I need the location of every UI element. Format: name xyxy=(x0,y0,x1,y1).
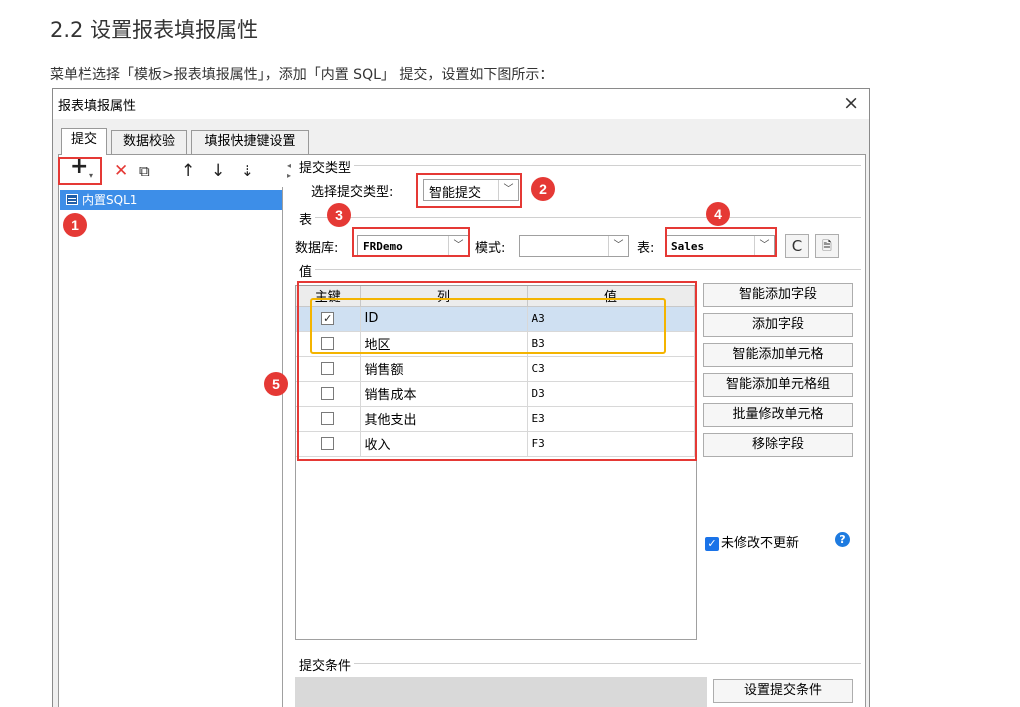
set-submit-condition-button[interactable]: 设置提交条件 xyxy=(713,679,853,703)
table-label: 表: xyxy=(637,241,655,256)
close-icon[interactable]: × xyxy=(843,92,859,114)
list-item-label: 内置SQL1 xyxy=(82,193,138,207)
database-label: 数据库: xyxy=(295,241,339,256)
submit-condition-group-label: 提交条件 xyxy=(299,655,355,674)
add-field-button[interactable]: 添加字段 xyxy=(703,313,853,337)
batch-modify-cell-button[interactable]: 批量修改单元格 xyxy=(703,403,853,427)
unmodified-not-update-label: 未修改不更新 xyxy=(721,536,800,551)
unmodified-not-update-checkbox[interactable]: ✓ 未修改不更新 xyxy=(705,532,799,551)
highlight-database xyxy=(352,227,470,257)
table-group-label: 表 xyxy=(299,209,316,228)
tab-shortcut-settings[interactable]: 填报快捷键设置 xyxy=(191,130,309,154)
help-icon[interactable]: ? xyxy=(835,532,850,547)
delete-icon[interactable]: ✕ xyxy=(114,162,128,180)
splitter-handle[interactable]: ◂ ▸ xyxy=(287,161,291,181)
annotation-badge-1: 1 xyxy=(63,213,87,237)
copy-icon[interactable]: ⧉ xyxy=(139,162,150,180)
highlight-add-button xyxy=(58,157,102,185)
schema-label: 模式: xyxy=(475,241,506,256)
value-group-label: 值 xyxy=(299,261,316,280)
submit-list: 内置SQL1 xyxy=(59,187,283,707)
submit-condition-area xyxy=(295,677,707,707)
smart-add-field-button[interactable]: 智能添加字段 xyxy=(703,283,853,307)
refresh-icon[interactable]: C xyxy=(785,234,809,258)
tab-data-validation[interactable]: 数据校验 xyxy=(111,130,187,154)
schema-select[interactable]: ﹀ xyxy=(519,235,629,257)
annotation-badge-5: 5 xyxy=(264,372,288,396)
dialog-titlebar: 报表填报属性 × xyxy=(53,89,869,119)
highlight-submit-type xyxy=(416,173,522,208)
doc-title: 2.2 设置报表填报属性 xyxy=(50,18,259,42)
annotation-badge-2: 2 xyxy=(531,177,555,201)
preview-icon[interactable]: 🗎 xyxy=(815,234,839,258)
highlight-key-rows xyxy=(310,298,666,354)
divider xyxy=(299,165,861,166)
divider xyxy=(299,269,861,270)
submit-type-label: 选择提交类型: xyxy=(311,185,394,200)
tab-submit[interactable]: 提交 xyxy=(61,128,107,155)
checkbox-checked-icon[interactable]: ✓ xyxy=(705,536,719,551)
divider xyxy=(299,663,861,664)
divider xyxy=(299,217,861,218)
highlight-table xyxy=(665,227,777,257)
list-item[interactable]: 内置SQL1 xyxy=(60,190,282,210)
move-up-icon[interactable]: ↑ xyxy=(181,162,195,180)
remove-field-button[interactable]: 移除字段 xyxy=(703,433,853,457)
chevron-down-icon: ﹀ xyxy=(608,236,628,256)
move-bottom-icon[interactable]: ⇣ xyxy=(241,162,254,180)
submit-type-group-label: 提交类型 xyxy=(299,157,355,176)
smart-add-cell-button[interactable]: 智能添加单元格 xyxy=(703,343,853,367)
annotation-badge-4: 4 xyxy=(706,202,730,226)
dialog-title: 报表填报属性 xyxy=(58,99,137,114)
database-icon xyxy=(66,194,78,205)
doc-intro: 菜单栏选择「模板>报表填报属性」，添加「内置 SQL」 提交，设置如下图所示： xyxy=(50,67,554,83)
smart-add-cell-group-button[interactable]: 智能添加单元格组 xyxy=(703,373,853,397)
move-down-icon[interactable]: ↓ xyxy=(211,162,225,180)
annotation-badge-3: 3 xyxy=(327,203,351,227)
